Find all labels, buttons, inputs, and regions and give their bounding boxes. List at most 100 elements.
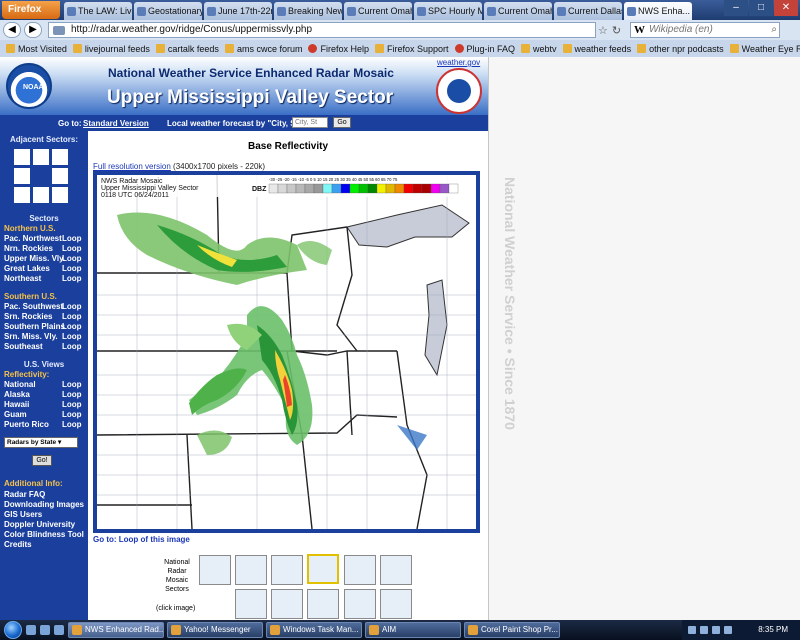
full-resolution-link[interactable]: Full resolution version (93, 162, 171, 171)
view-link[interactable]: Guam (4, 410, 27, 419)
taskbar-button[interactable]: Windows Task Man... (266, 622, 362, 638)
bookmark-item[interactable]: ams cwce forum (224, 44, 302, 54)
arrow-northeast-icon[interactable] (52, 149, 68, 165)
arrow-southeast-icon[interactable] (52, 187, 68, 203)
info-link[interactable]: Doppler University (4, 520, 75, 529)
sector-link[interactable]: Srn. Miss. Vly. (4, 332, 58, 341)
loop-link[interactable]: Loop (62, 390, 82, 399)
volume-icon[interactable] (700, 626, 708, 634)
sector-thumbnail[interactable] (380, 555, 412, 585)
forecast-go-button[interactable]: Go (333, 117, 351, 128)
view-link[interactable]: Puerto Rico (4, 420, 49, 429)
sector-link[interactable]: Southern Plains (4, 322, 65, 331)
reload-icon[interactable]: ↻ (612, 24, 621, 37)
info-link[interactable]: GIS Users (4, 510, 42, 519)
wikipedia-engine-icon[interactable]: W (634, 24, 645, 36)
search-input[interactable] (649, 24, 777, 35)
sector-thumbnail[interactable] (271, 555, 303, 585)
noaa-logo[interactable]: NOAA (6, 63, 52, 109)
loop-link[interactable]: Loop (62, 420, 82, 429)
bookmark-item[interactable]: webtv (521, 44, 557, 54)
browser-tab[interactable]: Breaking New... (274, 2, 342, 20)
sector-link[interactable]: Srn. Rockies (4, 312, 52, 321)
browser-tab[interactable]: Geostationary ... (134, 2, 202, 20)
loop-link[interactable]: Loop (62, 274, 82, 283)
bookmark-item[interactable]: Weather Eye Radio Ne... (729, 44, 800, 54)
browser-tab[interactable]: Current Omah... (344, 2, 412, 20)
quicklaunch-desktop-icon[interactable] (26, 625, 36, 635)
sector-thumbnail[interactable] (344, 555, 376, 585)
view-link[interactable]: National (4, 380, 36, 389)
forward-button[interactable]: ▶ (24, 22, 42, 38)
loop-of-image-link[interactable]: Go to: Loop of this image (93, 535, 190, 544)
loop-link[interactable]: Loop (62, 312, 82, 321)
loop-link[interactable]: Loop (62, 342, 82, 351)
sector-thumbnail-selected[interactable] (307, 554, 339, 584)
address-bar[interactable]: http://radar.weather.gov/ridge/Conus/upp… (48, 22, 596, 38)
info-link[interactable]: Credits (4, 540, 32, 549)
sector-thumbnail[interactable] (307, 589, 339, 619)
view-link[interactable]: Hawaii (4, 400, 29, 409)
arrow-east-icon[interactable] (52, 168, 68, 184)
clock[interactable]: 8:35 PM (758, 620, 788, 640)
weather-gov-link[interactable]: weather.gov (437, 58, 480, 67)
sector-thumbnail[interactable] (235, 555, 267, 585)
loop-link[interactable]: Loop (62, 254, 82, 263)
back-button[interactable]: ◀ (3, 22, 21, 38)
arrow-west-icon[interactable] (14, 168, 30, 184)
arrow-south-icon[interactable] (33, 187, 49, 203)
sector-link[interactable]: Northeast (4, 274, 41, 283)
loop-link[interactable]: Loop (62, 234, 82, 243)
taskbar-button[interactable]: Yahoo! Messenger (167, 622, 263, 638)
arrow-northwest-icon[interactable] (14, 149, 30, 165)
bookmark-item[interactable]: Firefox Support (374, 44, 449, 54)
arrow-southwest-icon[interactable] (14, 187, 30, 203)
quicklaunch-firefox-icon[interactable] (54, 625, 64, 635)
bookmark-item[interactable]: livejournal feeds (72, 44, 150, 54)
sector-link[interactable]: Nrn. Rockies (4, 244, 53, 253)
sector-thumbnail[interactable] (235, 589, 267, 619)
info-link[interactable]: Downloading Images (4, 500, 84, 509)
site-identity-icon[interactable] (53, 26, 65, 35)
loop-link[interactable]: Loop (62, 302, 82, 311)
sector-link[interactable]: Pac. Southwest (4, 302, 63, 311)
bookmark-item[interactable]: cartalk feeds (155, 44, 219, 54)
url-text[interactable]: http://radar.weather.gov/ridge/Conus/upp… (71, 24, 312, 35)
info-link[interactable]: Radar FAQ (4, 490, 45, 499)
sector-link[interactable]: Southeast (4, 342, 43, 351)
bookmark-item[interactable]: other npr podcasts (637, 44, 724, 54)
radar-mosaic-image[interactable]: NWS Radar Mosaic Upper Mississippi Valle… (97, 175, 476, 529)
loop-link[interactable]: Loop (62, 380, 82, 389)
bookmark-item[interactable]: weather feeds (562, 44, 631, 54)
maximize-button[interactable]: □ (749, 0, 773, 16)
sector-thumbnail[interactable] (199, 555, 231, 585)
minimize-button[interactable]: – (724, 0, 748, 16)
close-button[interactable]: ✕ (774, 0, 798, 16)
network-icon[interactable] (688, 626, 696, 634)
radars-go-button[interactable]: Go! (32, 455, 52, 466)
quicklaunch-ie-icon[interactable] (40, 625, 50, 635)
sector-thumbnail[interactable] (344, 589, 376, 619)
sector-thumbnail[interactable] (380, 589, 412, 619)
browser-tab[interactable]: Current Omah... (484, 2, 552, 20)
info-link[interactable]: Color Blindness Tool (4, 530, 84, 539)
search-icon[interactable]: ⌕ (771, 24, 777, 35)
bookmark-item[interactable]: Firefox Help (308, 44, 369, 54)
loop-link[interactable]: Loop (62, 332, 82, 341)
radars-by-state-select[interactable]: Radars by State ▾ (4, 437, 78, 448)
arrow-north-icon[interactable] (33, 149, 49, 165)
standard-version-link[interactable]: Standard Version (83, 119, 149, 128)
loop-link[interactable]: Loop (62, 400, 82, 409)
browser-tab-active[interactable]: NWS Enha... (624, 2, 692, 20)
loop-link[interactable]: Loop (62, 322, 82, 331)
bookmark-item[interactable]: Plug-in FAQ (454, 44, 515, 54)
browser-tab[interactable]: The LAW: Live ... (64, 2, 132, 20)
update-icon[interactable] (724, 626, 732, 634)
firefox-menu-button[interactable]: Firefox (2, 1, 60, 19)
bookmark-star-icon[interactable]: ☆ (598, 24, 608, 37)
taskbar-button[interactable]: NWS Enhanced Rad... (68, 622, 164, 638)
browser-tab[interactable]: Current Dallas... (554, 2, 622, 20)
browser-tab[interactable]: June 17th-22n... (204, 2, 272, 20)
loop-link[interactable]: Loop (62, 244, 82, 253)
sector-link[interactable]: Great Lakes (4, 264, 50, 273)
